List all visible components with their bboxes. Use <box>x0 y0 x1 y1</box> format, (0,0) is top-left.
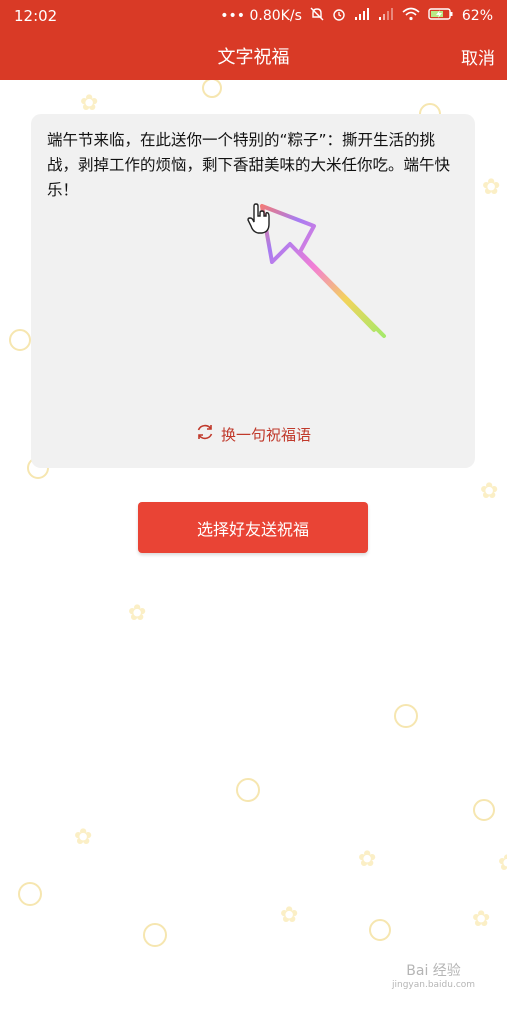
svg-text:✿: ✿ <box>74 825 92 850</box>
status-bar: 12:02 ••• 0.80K/s 62% <box>0 0 507 32</box>
svg-text:✿: ✿ <box>472 907 490 932</box>
blessing-card: 端午节来临，在此送你一个特别的“粽子”：撕开生活的挑战，剥掉工作的烦恼，剩下香甜… <box>31 114 475 468</box>
battery-icon <box>428 7 454 25</box>
svg-text:✿: ✿ <box>498 851 507 876</box>
change-blessing-button[interactable]: 换一句祝福语 <box>31 422 475 446</box>
svg-text:✿: ✿ <box>480 479 498 504</box>
refresh-icon <box>195 422 215 446</box>
watermark-url: jingyan.baidu.com <box>392 980 476 990</box>
watermark-brand: Bai 经验 <box>406 963 461 979</box>
status-icons: ••• 0.80K/s 62% <box>220 7 493 25</box>
battery-level: 62% <box>461 8 493 24</box>
signal-icon <box>354 7 370 25</box>
svg-text:✿: ✿ <box>280 903 298 928</box>
page-title: 文字祝福 <box>217 47 290 68</box>
change-blessing-label: 换一句祝福语 <box>220 425 311 444</box>
select-friend-send-button[interactable]: 选择好友送祝福 <box>138 502 368 553</box>
network-speed: ••• 0.80K/s <box>220 8 302 24</box>
svg-text:✿: ✿ <box>358 847 376 872</box>
wifi-icon <box>402 7 420 25</box>
svg-text:✿: ✿ <box>482 175 500 200</box>
svg-text:✿: ✿ <box>80 91 98 116</box>
watermark: Bai 经验 jingyan.baidu.com <box>392 960 475 990</box>
svg-text:✿: ✿ <box>128 601 146 626</box>
alarm-icon <box>332 7 346 25</box>
header-bar: 文字祝福 取消 <box>0 32 507 80</box>
blessing-message: 端午节来临，在此送你一个特别的“粽子”：撕开生活的挑战，剥掉工作的烦恼，剩下香甜… <box>47 131 451 199</box>
mute-icon <box>310 7 324 25</box>
signal-2-icon <box>378 7 394 25</box>
cancel-button[interactable]: 取消 <box>461 32 495 80</box>
status-time: 12:02 <box>14 7 58 25</box>
